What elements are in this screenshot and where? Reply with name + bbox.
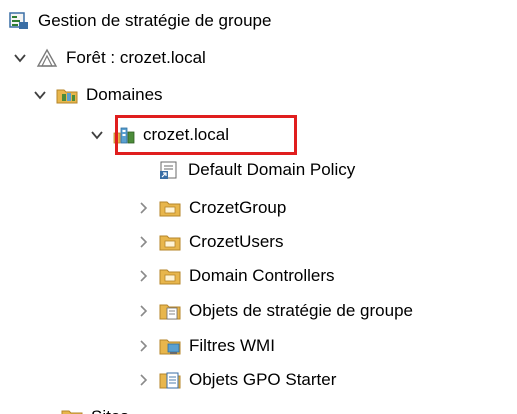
ou-folder-icon (159, 232, 181, 252)
tree-node-domain[interactable]: crozet.local (89, 120, 229, 150)
tree-node-label: Objets GPO Starter (189, 370, 337, 389)
domains-folder-icon (56, 85, 78, 105)
tree-node-label: Filtres WMI (189, 336, 275, 355)
sites-folder-icon (61, 407, 83, 414)
tree-node-label: CrozetUsers (189, 232, 284, 251)
tree-node-label: Objets de stratégie de groupe (189, 301, 413, 320)
tree-root-label: Gestion de stratégie de groupe (38, 11, 272, 30)
gpm-console-icon (8, 11, 30, 31)
domain-icon (113, 125, 135, 145)
tree-node-sites-partial[interactable]: Sites (61, 402, 129, 414)
starter-gpo-icon (159, 370, 181, 390)
tree-node-default-domain-policy[interactable]: Default Domain Policy (158, 155, 355, 185)
chevron-right-icon[interactable] (135, 303, 151, 319)
chevron-right-icon[interactable] (135, 268, 151, 284)
forest-icon (36, 48, 58, 68)
chevron-right-icon[interactable] (135, 372, 151, 388)
tree-node-crozetgroup[interactable]: CrozetGroup (135, 193, 286, 223)
tree-node-domains[interactable]: Domaines (32, 80, 163, 110)
tree-node-wmi-filters[interactable]: Filtres WMI (135, 331, 275, 361)
tree-node-label: Domain Controllers (189, 266, 335, 285)
ou-folder-icon (159, 266, 181, 286)
tree-node-forest[interactable]: Forêt : crozet.local (12, 43, 206, 73)
tree-node-label: CrozetGroup (189, 198, 287, 217)
gpo-link-icon (158, 160, 180, 180)
tree-node-sites-label: Sites (91, 402, 129, 414)
chevron-right-icon[interactable] (135, 338, 151, 354)
tree-node-forest-label: Forêt : crozet.local (66, 48, 206, 67)
tree-node-label: Default Domain Policy (188, 160, 356, 179)
gpo-container-icon (159, 301, 181, 321)
chevron-down-icon[interactable] (32, 87, 48, 103)
tree-node-domain-label: crozet.local (143, 125, 229, 144)
tree-node-gpo-container[interactable]: Objets de stratégie de groupe (135, 296, 413, 326)
tree-root-node[interactable]: Gestion de stratégie de groupe (8, 6, 271, 36)
tree-node-crozetusers[interactable]: CrozetUsers (135, 227, 283, 257)
chevron-right-icon[interactable] (135, 234, 151, 250)
chevron-right-icon[interactable] (135, 200, 151, 216)
wmi-filter-icon (159, 336, 181, 356)
gpo-tree-view: Gestion de stratégie de groupe Forêt : c… (0, 0, 517, 414)
chevron-down-icon[interactable] (12, 50, 28, 66)
tree-node-domain-controllers[interactable]: Domain Controllers (135, 261, 335, 291)
tree-node-domains-label: Domaines (86, 85, 163, 104)
ou-folder-icon (159, 198, 181, 218)
tree-node-starter-gpos[interactable]: Objets GPO Starter (135, 365, 336, 395)
chevron-down-icon[interactable] (89, 127, 105, 143)
